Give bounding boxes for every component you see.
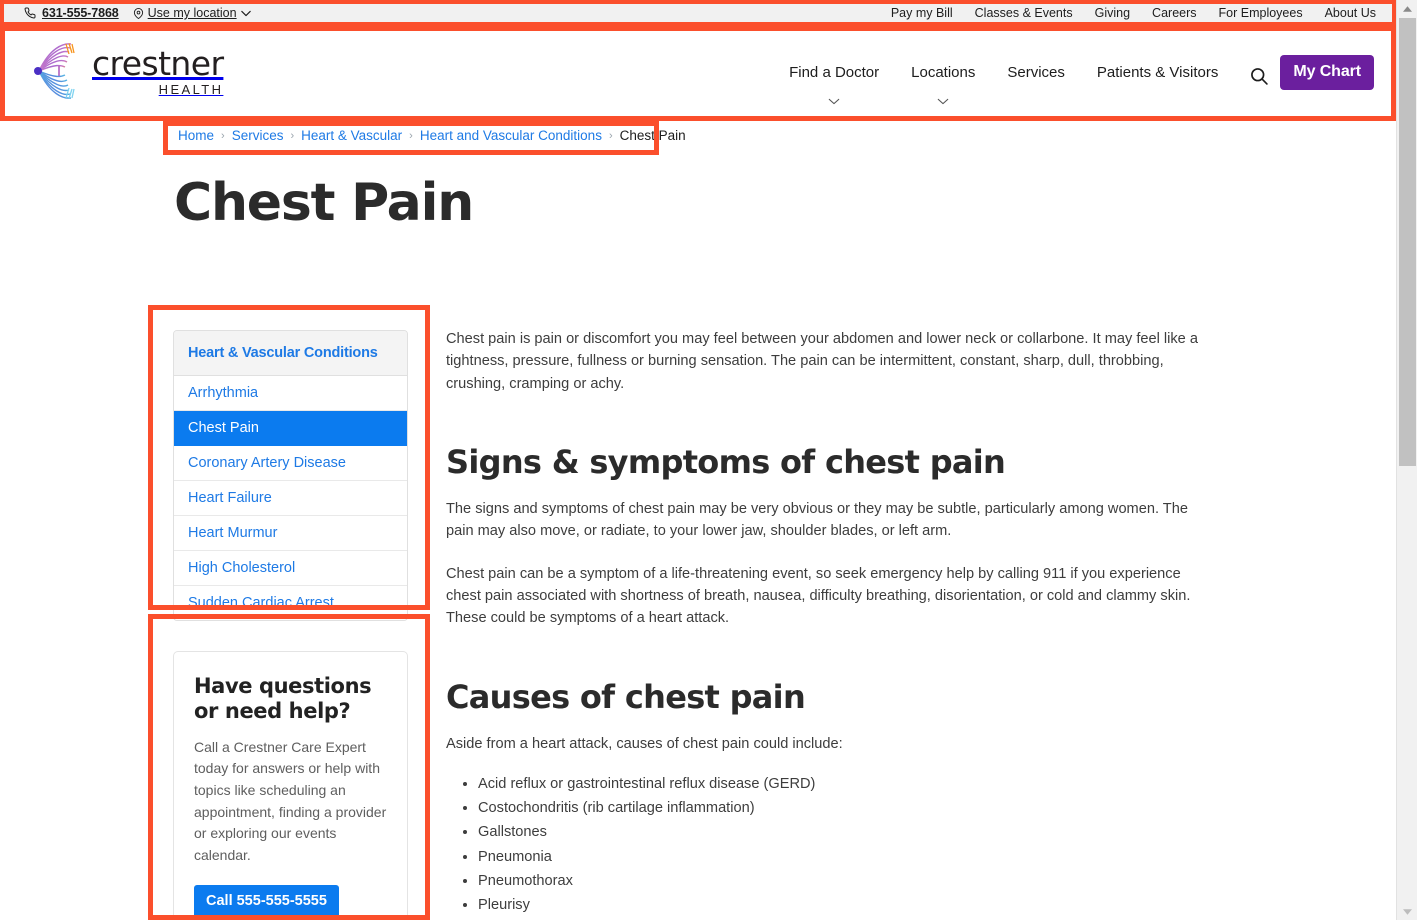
utility-bar-links: Pay my Bill Classes & Events Giving Care… <box>891 6 1376 20</box>
conditions-nav-heading: Heart & Vascular Conditions <box>188 345 378 361</box>
nav-label-services[interactable]: Services <box>1007 64 1065 81</box>
scrollbar-thumb[interactable] <box>1399 18 1416 466</box>
sidebar-item-heart-failure[interactable]: Heart Failure <box>174 481 407 516</box>
list-item: Costochondritis (rib cartilage inflammat… <box>478 799 1216 818</box>
logo-word: crestner <box>92 43 224 83</box>
site-header: crestner HEALTH Find a Doctor Locations <box>0 26 1396 121</box>
breadcrumb-separator: › <box>409 129 413 142</box>
breadcrumb-item-home[interactable]: Home <box>178 128 214 143</box>
list-item: Acid reflux or gastrointestinal reflux d… <box>478 775 1216 794</box>
conditions-nav-header: Heart & Vascular Conditions <box>174 331 407 376</box>
breadcrumb-current: Chest Pain <box>619 128 686 143</box>
phone-link[interactable]: 631-555-7868 <box>24 6 119 20</box>
utility-link-careers[interactable]: Careers <box>1152 6 1196 20</box>
signs-symptoms-heading: Signs & symptoms of chest pain <box>446 442 1006 481</box>
use-my-location-link[interactable]: Use my location <box>133 6 251 20</box>
chevron-down-icon <box>240 10 251 17</box>
nav-label-patients-visitors[interactable]: Patients & Visitors <box>1097 64 1218 81</box>
list-item: Pleurisy <box>478 896 1216 915</box>
utility-link-for-employees[interactable]: For Employees <box>1219 6 1303 20</box>
nav-item-patients-visitors[interactable]: Patients & Visitors <box>1081 64 1234 81</box>
utility-link-classes-events[interactable]: Classes & Events <box>975 6 1073 20</box>
phone-number: 631-555-7868 <box>42 6 119 20</box>
nav-item-find-a-doctor[interactable]: Find a Doctor <box>773 64 895 105</box>
sidebar-item-chest-pain[interactable]: Chest Pain <box>174 411 407 446</box>
utility-link-giving[interactable]: Giving <box>1095 6 1130 20</box>
page-viewport: 631-555-7868 Use my location Pay my Bill… <box>0 0 1396 920</box>
sidebar-item-heart-murmur[interactable]: Heart Murmur <box>174 516 407 551</box>
breadcrumb-item-heart-vascular-conditions[interactable]: Heart and Vascular Conditions <box>420 128 602 143</box>
logo-wordmark: crestner HEALTH <box>92 43 224 97</box>
breadcrumb-separator: › <box>608 129 613 142</box>
breadcrumb-item-heart-vascular[interactable]: Heart & Vascular <box>301 128 402 143</box>
crestner-swoosh-logo-icon <box>30 40 88 102</box>
causes-intro: Aside from a heart attack, causes of che… <box>446 735 843 752</box>
vertical-scrollbar[interactable] <box>1396 0 1417 920</box>
chevron-down-icon <box>828 92 840 105</box>
breadcrumb-item-services[interactable]: Services <box>232 128 284 143</box>
page-title: Chest Pain <box>174 173 474 233</box>
help-card: Have questions or need help? Call a Cres… <box>173 651 408 920</box>
my-chart-button[interactable]: My Chart <box>1280 55 1374 90</box>
list-item: Pneumothorax <box>478 872 1216 891</box>
intro-paragraph: Chest pain is pain or discomfort you may… <box>446 331 1198 392</box>
main-navigation: Find a Doctor Locations Services Patient… <box>773 55 1374 105</box>
help-card-body: Call a Crestner Care Expert today for an… <box>194 738 387 863</box>
list-item: Pneumonia <box>478 848 1216 867</box>
nav-label-locations[interactable]: Locations <box>911 64 975 81</box>
sidebar: Heart & Vascular Conditions Arrhythmia C… <box>173 330 408 920</box>
causes-list: Acid reflux or gastrointestinal reflux d… <box>446 775 1216 920</box>
signs-paragraph-2: Chest pain can be a symptom of a life-th… <box>446 565 1191 627</box>
triangle-up-icon[interactable] <box>1397 0 1417 17</box>
utility-bar: 631-555-7868 Use my location Pay my Bill… <box>0 0 1396 26</box>
nav-label-find-a-doctor[interactable]: Find a Doctor <box>789 64 879 81</box>
utility-link-pay-my-bill[interactable]: Pay my Bill <box>891 6 953 20</box>
causes-heading: Causes of chest pain <box>446 677 806 716</box>
main-content: Chest pain is pain or discomfort you may… <box>446 328 1216 920</box>
use-my-location-label: Use my location <box>147 6 237 20</box>
sidebar-item-high-cholesterol[interactable]: High Cholesterol <box>174 551 407 586</box>
nav-item-locations[interactable]: Locations <box>895 64 991 105</box>
breadcrumb-separator: › <box>290 129 295 142</box>
call-button[interactable]: Call 555-555-5555 <box>194 884 339 918</box>
sidebar-item-coronary-artery-disease[interactable]: Coronary Artery Disease <box>174 446 407 481</box>
conditions-nav-card: Heart & Vascular Conditions Arrhythmia C… <box>173 330 408 621</box>
sidebar-item-arrhythmia[interactable]: Arrhythmia <box>174 376 407 411</box>
list-item: Gallstones <box>478 823 1216 842</box>
chevron-down-icon <box>937 92 949 105</box>
phone-icon <box>24 7 36 19</box>
search-icon[interactable] <box>1248 65 1270 87</box>
map-pin-icon <box>133 7 144 20</box>
utility-bar-left: 631-555-7868 Use my location <box>24 6 251 20</box>
breadcrumb-separator: › <box>221 129 225 142</box>
triangle-down-icon[interactable] <box>1397 903 1417 920</box>
signs-paragraph-1: The signs and symptoms of chest pain may… <box>446 500 1188 540</box>
breadcrumb: Home › Services › Heart & Vascular › Hea… <box>178 128 686 143</box>
nav-item-services[interactable]: Services <box>991 64 1081 81</box>
utility-link-about-us[interactable]: About Us <box>1325 6 1376 20</box>
site-logo[interactable]: crestner HEALTH <box>30 40 224 102</box>
sidebar-item-sudden-cardiac-arrest[interactable]: Sudden Cardiac Arrest <box>174 586 407 620</box>
logo-subtext: HEALTH <box>158 81 224 97</box>
help-card-title: Have questions or need help? <box>194 674 372 723</box>
browser-page: 631-555-7868 Use my location Pay my Bill… <box>0 0 1417 920</box>
